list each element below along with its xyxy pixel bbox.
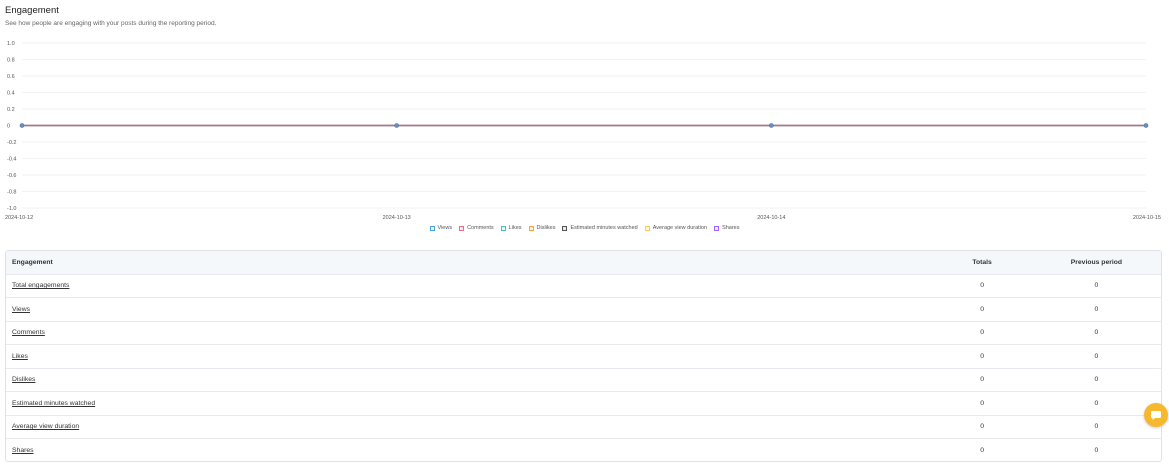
legend-item[interactable]: Dislikes bbox=[528, 225, 556, 231]
metric-link[interactable]: Dislikes bbox=[12, 376, 35, 383]
header-totals: Totals bbox=[972, 258, 992, 266]
row-label-cell: Total engagements bbox=[6, 282, 932, 289]
row-total: 0 bbox=[980, 282, 984, 290]
row-label-cell: Average view duration bbox=[6, 423, 932, 430]
data-point bbox=[769, 123, 774, 128]
row-previous: 0 bbox=[1094, 305, 1099, 313]
row-previous: 0 bbox=[1094, 423, 1099, 431]
row-previous: 0 bbox=[1094, 329, 1099, 337]
metric-link[interactable]: Average view duration bbox=[12, 423, 79, 430]
metric-link[interactable]: Comments bbox=[12, 329, 45, 336]
legend-label: Likes bbox=[508, 225, 522, 231]
row-total: 0 bbox=[980, 399, 984, 407]
table-header-row: Engagement Totals Previous period bbox=[6, 251, 1161, 275]
table-row: Total engagements 0 0 bbox=[6, 275, 1161, 298]
table-row: Estimated minutes watched 0 0 bbox=[6, 392, 1161, 416]
legend-item[interactable]: Estimated minutes watched bbox=[562, 225, 638, 231]
legend-item[interactable]: Comments bbox=[459, 225, 494, 231]
chart-legend: Views Comments Likes Dislikes Estimated minu… bbox=[0, 225, 1169, 231]
chat-button[interactable] bbox=[1144, 403, 1168, 427]
legend-label: Estimated minutes watched bbox=[570, 225, 638, 231]
y-tick-label: 0 bbox=[7, 124, 10, 130]
engagement-title: Engagement bbox=[5, 5, 59, 16]
row-previous: 0 bbox=[1094, 447, 1099, 455]
legend-swatch bbox=[429, 225, 435, 231]
x-tick-label: 2024-10-14 bbox=[757, 215, 785, 220]
y-tick-label: 0.8 bbox=[7, 58, 15, 64]
row-label-cell: Comments bbox=[6, 329, 932, 336]
legend-label: Comments bbox=[467, 225, 494, 231]
row-total: 0 bbox=[980, 305, 984, 313]
legend-swatch bbox=[459, 225, 465, 231]
legend-label: Dislikes bbox=[536, 225, 556, 231]
legend-item[interactable]: Average view duration bbox=[644, 225, 708, 231]
y-tick-label: 1.0 bbox=[7, 41, 15, 47]
legend-item[interactable]: Shares bbox=[714, 225, 740, 231]
header-previous-period: Previous period bbox=[1070, 258, 1123, 266]
y-tick-label: -1.0 bbox=[7, 206, 16, 212]
legend-swatch bbox=[644, 225, 650, 231]
table-body: Total engagements 0 0 Views 0 0 Comments 0 0 Like… bbox=[6, 275, 1161, 462]
legend-item[interactable]: Views bbox=[429, 225, 453, 231]
data-point bbox=[394, 123, 399, 128]
row-previous: 0 bbox=[1094, 399, 1099, 407]
row-label-cell: Estimated minutes watched bbox=[6, 400, 932, 407]
legend-label: Shares bbox=[722, 225, 740, 231]
row-label-cell: Dislikes bbox=[6, 376, 932, 383]
y-tick-label: 0.6 bbox=[7, 74, 15, 80]
chat-icon bbox=[1151, 411, 1161, 420]
y-tick-label: -0.6 bbox=[7, 173, 16, 179]
row-previous: 0 bbox=[1094, 352, 1099, 360]
legend-item[interactable]: Likes bbox=[500, 225, 522, 231]
metric-link[interactable]: Likes bbox=[12, 353, 28, 360]
y-tick-label: 0.4 bbox=[7, 91, 15, 97]
engagement-chart: 1.0 0.8 0.6 0.4 0.2 0 -0.2 -0.4 -0.6 -0.8 -1.0 2024… bbox=[5, 41, 1161, 220]
engagement-subtitle: See how people are engaging with your po… bbox=[5, 20, 217, 27]
row-total: 0 bbox=[980, 447, 984, 455]
row-label-cell: Likes bbox=[6, 353, 932, 360]
legend-label: Average view duration bbox=[652, 225, 708, 231]
table-row: Shares 0 0 bbox=[6, 439, 1161, 461]
row-previous: 0 bbox=[1094, 376, 1099, 384]
legend-label: Views bbox=[437, 225, 453, 231]
table-row: Views 0 0 bbox=[6, 298, 1161, 322]
x-tick-label: 2024-10-13 bbox=[383, 215, 411, 220]
row-total: 0 bbox=[980, 329, 984, 337]
x-tick-label: 2024-10-15 bbox=[1133, 215, 1161, 220]
legend-swatch bbox=[562, 225, 568, 231]
data-point bbox=[19, 123, 25, 128]
header-engagement: Engagement bbox=[12, 258, 53, 266]
x-tick-label: 2024-10-12 bbox=[5, 215, 33, 220]
row-label-cell: Views bbox=[6, 306, 932, 313]
metric-link[interactable]: Estimated minutes watched bbox=[12, 400, 95, 407]
y-tick-label: -0.4 bbox=[7, 157, 16, 163]
table-row: Comments 0 0 bbox=[6, 322, 1161, 345]
row-label-cell: Shares bbox=[6, 447, 932, 454]
y-tick-label: -0.2 bbox=[7, 140, 16, 146]
legend-swatch bbox=[500, 225, 506, 231]
metric-link[interactable]: Total engagements bbox=[12, 282, 69, 289]
metric-link[interactable]: Views bbox=[12, 306, 30, 313]
metric-link[interactable]: Shares bbox=[12, 447, 34, 454]
row-previous: 0 bbox=[1094, 282, 1099, 290]
row-total: 0 bbox=[980, 423, 984, 431]
table-row: Dislikes 0 0 bbox=[6, 369, 1161, 392]
y-tick-label: -0.8 bbox=[7, 190, 16, 196]
engagement-table: Engagement Totals Previous period Total … bbox=[5, 250, 1162, 462]
legend-swatch bbox=[714, 225, 720, 231]
legend-swatch bbox=[528, 225, 534, 231]
data-point bbox=[1143, 123, 1149, 128]
y-tick-label: 0.2 bbox=[7, 107, 15, 113]
table-row: Average view duration 0 0 bbox=[6, 416, 1161, 439]
row-total: 0 bbox=[980, 352, 984, 360]
row-total: 0 bbox=[980, 376, 984, 384]
table-row: Likes 0 0 bbox=[6, 345, 1161, 369]
